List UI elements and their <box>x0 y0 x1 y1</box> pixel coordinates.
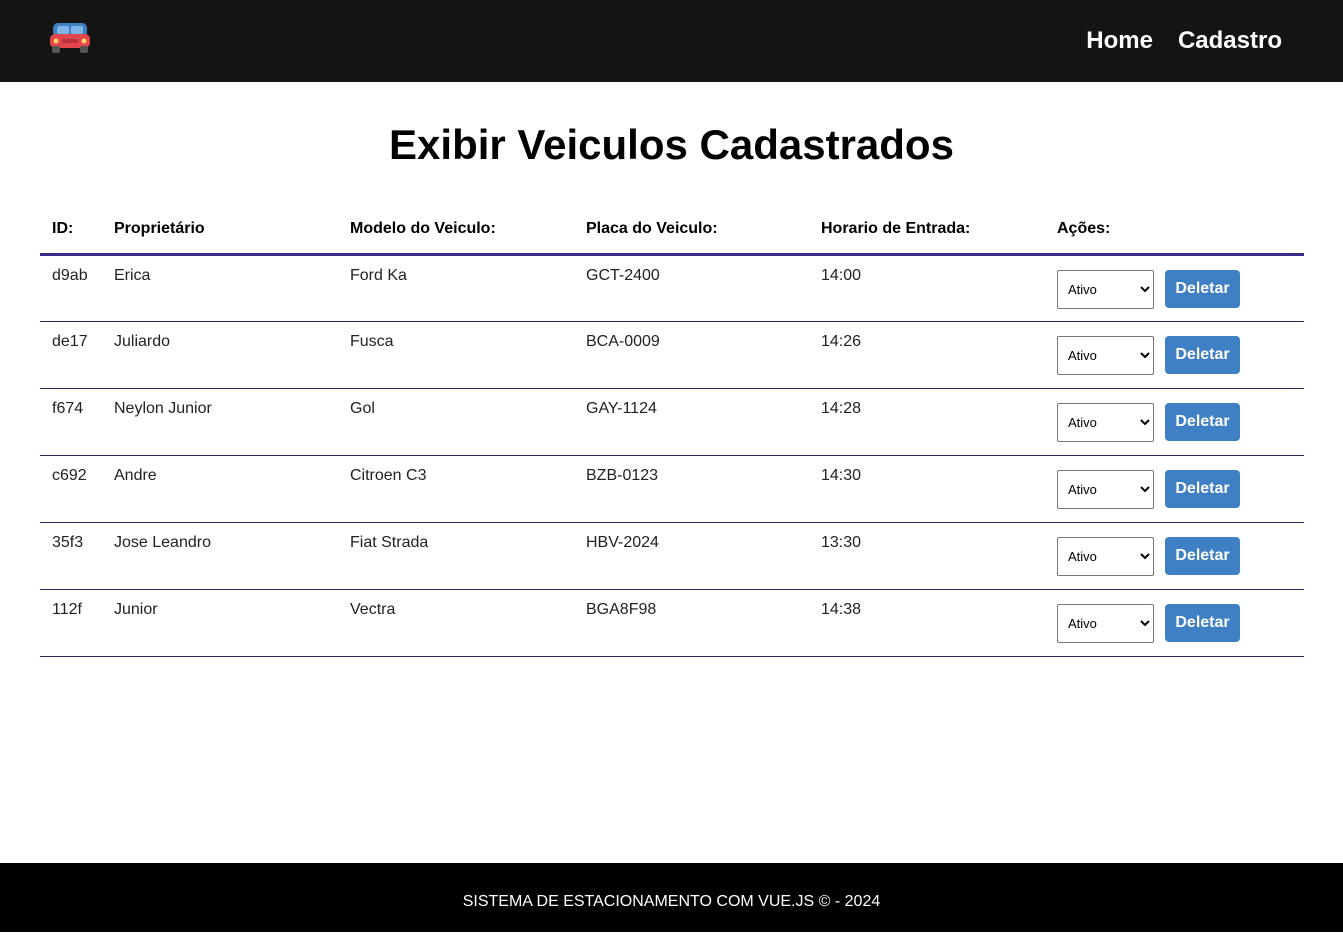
delete-button[interactable]: Deletar <box>1165 537 1240 575</box>
delete-button[interactable]: Deletar <box>1165 403 1240 441</box>
cell-owner: Erica <box>102 254 338 322</box>
table-header-row: ID: Proprietário Modelo do Veiculo: Plac… <box>40 206 1304 256</box>
table-row: 112f Junior Vectra BGA8F98 14:38 Ativo De… <box>40 589 1304 657</box>
cell-owner: Jose Leandro <box>102 522 338 590</box>
nav-links: Home Cadastro <box>1086 27 1282 55</box>
cell-id: de17 <box>40 321 102 389</box>
car-icon[interactable] <box>48 20 92 56</box>
nav-link-cadastro[interactable]: Cadastro <box>1178 27 1282 55</box>
header-id: ID: <box>40 206 102 256</box>
header-plate: Placa do Veiculo: <box>574 206 809 256</box>
delete-button[interactable]: Deletar <box>1165 604 1240 642</box>
vehicles-table: ID: Proprietário Modelo do Veiculo: Plac… <box>40 206 1304 657</box>
status-select[interactable]: Ativo <box>1057 603 1154 643</box>
cell-id: 35f3 <box>40 522 102 590</box>
header-model: Modelo do Veiculo: <box>338 206 574 256</box>
cell-model: Vectra <box>338 589 574 657</box>
cell-time: 14:26 <box>809 321 1045 389</box>
cell-actions: Ativo Deletar <box>1045 455 1304 523</box>
table-row: 35f3 Jose Leandro Fiat Strada HBV-2024 1… <box>40 522 1304 590</box>
delete-button[interactable]: Deletar <box>1165 270 1240 308</box>
cell-id: f674 <box>40 388 102 456</box>
header-time: Horario de Entrada: <box>809 206 1045 256</box>
cell-time: 14:30 <box>809 455 1045 523</box>
status-select[interactable]: Ativo <box>1057 469 1154 509</box>
cell-actions: Ativo Deletar <box>1045 321 1304 389</box>
cell-plate: GAY-1124 <box>574 388 809 456</box>
delete-button[interactable]: Deletar <box>1165 470 1240 508</box>
cell-id: d9ab <box>40 254 102 322</box>
cell-actions: Ativo Deletar <box>1045 254 1304 322</box>
header-actions: Ações: <box>1045 206 1304 256</box>
delete-button[interactable]: Deletar <box>1165 336 1240 374</box>
cell-model: Citroen C3 <box>338 455 574 523</box>
cell-model: Fiat Strada <box>338 522 574 590</box>
cell-time: 14:38 <box>809 589 1045 657</box>
footer-text: SISTEMA DE ESTACIONAMENTO COM VUE.JS © -… <box>462 893 881 910</box>
cell-plate: BZB-0123 <box>574 455 809 523</box>
status-select[interactable]: Ativo <box>1057 269 1154 309</box>
table-row: de17 Juliardo Fusca BCA-0009 14:26 Ativo… <box>40 321 1304 389</box>
cell-owner: Andre <box>102 455 338 523</box>
status-select[interactable]: Ativo <box>1057 536 1154 576</box>
cell-actions: Ativo Deletar <box>1045 522 1304 590</box>
navbar: Home Cadastro <box>0 0 1343 82</box>
table-row: d9ab Erica Ford Ka GCT-2400 14:00 Ativo D… <box>40 254 1304 322</box>
cell-time: 13:30 <box>809 522 1045 590</box>
cell-plate: BGA8F98 <box>574 589 809 657</box>
cell-plate: HBV-2024 <box>574 522 809 590</box>
cell-model: Fusca <box>338 321 574 389</box>
status-select[interactable]: Ativo <box>1057 402 1154 442</box>
nav-link-home[interactable]: Home <box>1086 27 1153 55</box>
table-row: f674 Neylon Junior Gol GAY-1124 14:28 At… <box>40 388 1304 456</box>
cell-actions: Ativo Deletar <box>1045 589 1304 657</box>
cell-owner: Neylon Junior <box>102 388 338 456</box>
footer: SISTEMA DE ESTACIONAMENTO COM VUE.JS © -… <box>0 863 1343 932</box>
table-row: c692 Andre Citroen C3 BZB-0123 14:30 Ati… <box>40 455 1304 523</box>
cell-model: Gol <box>338 388 574 456</box>
cell-time: 14:28 <box>809 388 1045 456</box>
cell-id: c692 <box>40 455 102 523</box>
cell-plate: BCA-0009 <box>574 321 809 389</box>
cell-id: 112f <box>40 589 102 657</box>
cell-owner: Juliardo <box>102 321 338 389</box>
header-owner: Proprietário <box>102 206 338 256</box>
page-title: Exibir Veiculos Cadastrados <box>389 121 954 168</box>
cell-model: Ford Ka <box>338 254 574 322</box>
cell-owner: Junior <box>102 589 338 657</box>
cell-actions: Ativo Deletar <box>1045 388 1304 456</box>
cell-time: 14:00 <box>809 254 1045 322</box>
status-select[interactable]: Ativo <box>1057 335 1154 375</box>
cell-plate: GCT-2400 <box>574 254 809 322</box>
